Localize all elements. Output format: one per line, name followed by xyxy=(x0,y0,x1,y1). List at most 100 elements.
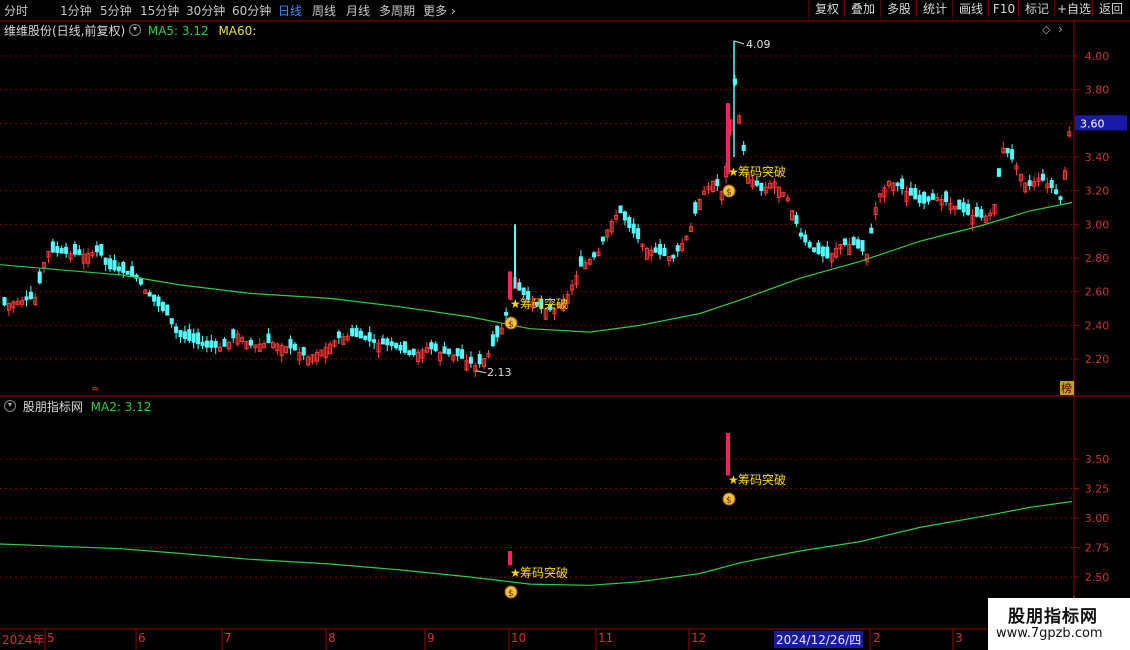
watermark-url: www.7gpzb.com xyxy=(996,626,1103,641)
candle-body xyxy=(248,339,253,346)
candle-body xyxy=(490,334,495,347)
candle-body xyxy=(622,211,627,221)
candle-body xyxy=(130,266,135,277)
candle-body xyxy=(662,247,667,256)
candle-body xyxy=(385,338,390,346)
main-signal-1-dollar: $ xyxy=(508,320,514,330)
candle-body xyxy=(138,278,143,285)
candle-body xyxy=(794,215,799,224)
candle-body xyxy=(55,246,60,253)
y-tick-label: 3.00 xyxy=(1085,218,1110,231)
x-label-feb: 2 xyxy=(873,631,881,645)
candle-body xyxy=(816,242,821,255)
candle-body xyxy=(675,245,680,252)
candle-body xyxy=(152,294,157,302)
sub-signal-2-text: 筹码突破 xyxy=(738,472,786,487)
candle-body xyxy=(37,271,42,284)
candle-body xyxy=(72,243,77,255)
candle-body xyxy=(446,348,451,355)
candle-body xyxy=(979,209,984,218)
candle-body xyxy=(398,344,403,351)
candle-body xyxy=(178,330,183,338)
candle-body xyxy=(1054,189,1059,194)
candle-body xyxy=(2,297,7,306)
candle-body xyxy=(618,205,623,214)
candle-body xyxy=(336,331,341,339)
candle-body xyxy=(759,182,764,191)
candle-body xyxy=(24,296,29,301)
candle-body xyxy=(803,234,808,243)
candle-body xyxy=(191,333,196,343)
x-label-dec: 12 xyxy=(691,631,707,645)
candle-body xyxy=(631,223,636,234)
sub-y-tick-label: 2.75 xyxy=(1085,542,1110,555)
low-pointer xyxy=(475,370,487,374)
candle-body xyxy=(301,347,306,356)
x-label-oct: 10 xyxy=(511,631,527,645)
candle-body xyxy=(389,341,394,347)
y-tick-label: 2.40 xyxy=(1085,319,1110,332)
candle-body xyxy=(917,194,922,204)
y-tick-label: 3.20 xyxy=(1085,185,1110,198)
watermark-logo: 股朋指标网 www.7gpzb.com xyxy=(988,598,1130,650)
kline-chart[interactable]: 4.00 3.80 3.60 3.40 3.20 3.00 2.80 2.60 2.40 2.20… xyxy=(0,0,1130,650)
candle-body xyxy=(288,338,293,349)
candle-body xyxy=(1049,180,1054,189)
candle-body xyxy=(103,257,108,265)
candle-body xyxy=(160,301,165,311)
candle-body xyxy=(895,182,900,187)
x-label-mar: 3 xyxy=(955,631,963,645)
candle-body xyxy=(196,332,201,345)
candle-body xyxy=(922,191,927,204)
sub-signal-1-text: 筹码突破 xyxy=(520,565,568,580)
sub-signal-1-dollar: $ xyxy=(508,589,514,599)
candle-body xyxy=(908,187,913,196)
main-signal-2-dollar: $ xyxy=(726,188,732,198)
candle-body xyxy=(460,349,465,359)
candle-body xyxy=(636,228,641,240)
candle-body xyxy=(429,342,434,350)
candle-body xyxy=(169,318,174,325)
candle-body xyxy=(433,343,438,352)
main-signal-1-text: 筹码突破 xyxy=(520,296,568,311)
y-tick-label: 3.80 xyxy=(1085,84,1110,97)
candle-body xyxy=(600,236,605,242)
candle-body xyxy=(930,193,935,200)
candle-body xyxy=(812,247,817,253)
candle-body xyxy=(411,348,416,355)
x-label-jul: 7 xyxy=(224,631,232,645)
candle-body xyxy=(966,203,971,215)
y-tick-label: 4.00 xyxy=(1085,50,1110,63)
candle-body xyxy=(165,304,170,316)
candle-body xyxy=(358,330,363,339)
candle-body xyxy=(222,338,227,347)
breakout-candle xyxy=(508,271,512,299)
candle-body xyxy=(187,329,192,341)
candle-body xyxy=(653,247,658,253)
watermark-title: 股朋指标网 xyxy=(1008,607,1098,627)
candle-body xyxy=(477,354,482,365)
y-tick-label: 3.40 xyxy=(1085,151,1110,164)
candle-body xyxy=(99,243,104,256)
y-tick-label: 2.80 xyxy=(1085,252,1110,265)
candle-body xyxy=(944,191,949,203)
candle-body xyxy=(578,256,583,267)
candle-body xyxy=(28,291,33,300)
high-pointer xyxy=(733,40,745,45)
candle-body xyxy=(200,341,205,346)
candle-body xyxy=(209,340,214,348)
y-tick-label: 2.20 xyxy=(1085,353,1110,366)
candle-body xyxy=(913,188,918,200)
candle-body xyxy=(741,144,746,151)
candle-body xyxy=(59,248,64,254)
candle-body xyxy=(926,196,931,202)
main-signal-2-text: 筹码突破 xyxy=(738,164,786,179)
candle-body xyxy=(974,206,979,217)
candle-body xyxy=(820,246,825,257)
x-label-nov: 11 xyxy=(598,631,614,645)
candle-body xyxy=(50,241,55,253)
candle-body xyxy=(394,342,399,349)
candle-body xyxy=(504,312,509,316)
sub-y-tick-label: 3.00 xyxy=(1085,512,1110,525)
candle-body xyxy=(182,331,187,340)
